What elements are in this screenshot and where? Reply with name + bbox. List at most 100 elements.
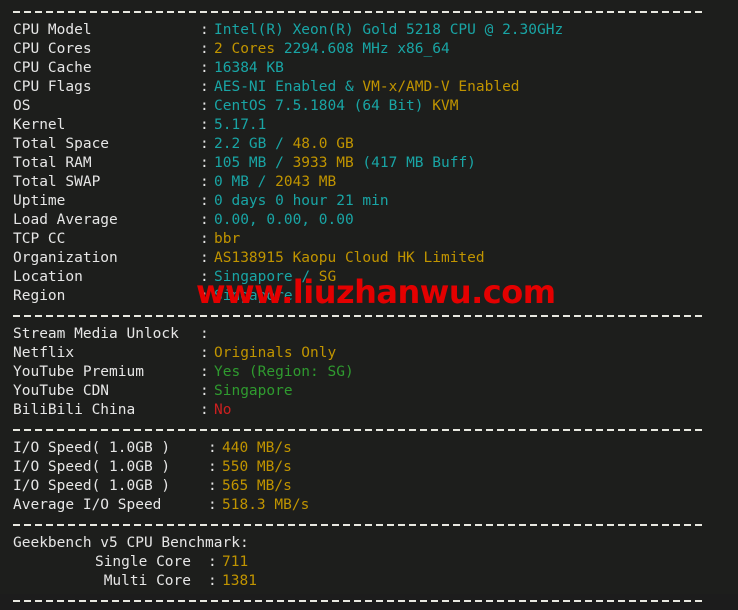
- system-info-value: bbr: [214, 230, 240, 249]
- colon-separator: :: [200, 155, 209, 171]
- system-info-label: Kernel: [13, 117, 66, 133]
- system-info-label: CPU Flags: [13, 79, 92, 95]
- io-speed-label: I/O Speed( 1.0GB ): [13, 478, 171, 494]
- io-speed-row: Average I/O Speed:518.3 MB/s: [0, 496, 738, 515]
- colon-separator: :: [200, 60, 209, 76]
- value-segment: 711: [222, 554, 249, 570]
- system-info-label: TCP CC: [13, 231, 66, 247]
- system-info-row: CPU Flags: AES-NI Enabled & VM-x/AMD-V En…: [0, 78, 738, 97]
- system-info-value: AES-NI Enabled & VM-x/AMD-V Enabled: [214, 78, 520, 97]
- colon-separator: :: [208, 554, 217, 570]
- value-segment: 0 days 0 hour 21 min: [214, 193, 389, 209]
- system-info-value: AS138915 Kaopu Cloud HK Limited: [214, 249, 485, 268]
- stream-media-value: No: [214, 401, 231, 420]
- value-segment: 3933 MB: [292, 155, 363, 171]
- system-info-row: Load Average:0.00, 0.00, 0.00: [0, 211, 738, 230]
- colon-separator: :: [200, 326, 209, 342]
- geekbench-label: Multi Core: [103, 573, 191, 589]
- io-speed-label: I/O Speed( 1.0GB ): [13, 459, 171, 475]
- value-segment: 16384 KB: [214, 60, 284, 76]
- io-speed-value: 440 MB/s: [222, 439, 292, 458]
- io-speed-row: I/O Speed( 1.0GB ):440 MB/s: [0, 439, 738, 458]
- system-info-value: 0.00, 0.00, 0.00: [214, 211, 354, 230]
- colon-separator: :: [200, 98, 209, 114]
- io-speed-row: I/O Speed( 1.0GB ):550 MB/s: [0, 458, 738, 477]
- dashed-rule: [13, 524, 702, 526]
- value-segment: 518.3 MB/s: [222, 497, 310, 513]
- value-segment: Singapore: [214, 383, 293, 399]
- stream-media-section: Stream Media Unlock: Netflix: Originals On…: [0, 325, 738, 420]
- stream-media-label: Netflix: [13, 345, 75, 361]
- value-segment: 565 MB/s: [222, 478, 292, 494]
- separator-after-stream-media: [0, 420, 738, 439]
- system-info-row: Region: Singapore: [0, 287, 738, 306]
- geekbench-value: 711: [222, 553, 248, 572]
- colon-separator: :: [208, 440, 217, 456]
- value-segment: 0 MB: [214, 174, 258, 190]
- system-info-row: Kernel:5.17.1: [0, 116, 738, 135]
- colon-separator: :: [200, 288, 209, 304]
- io-speed-section: I/O Speed( 1.0GB ):440 MB/s I/O Speed( 1.…: [0, 439, 738, 515]
- io-speed-value: 518.3 MB/s: [222, 496, 309, 515]
- stream-media-row: Netflix: Originals Only: [0, 344, 738, 363]
- value-segment: Singapore: [214, 288, 293, 304]
- system-info-row: CPU Cores:2 Cores 2294.608 MHz x86_64: [0, 40, 738, 59]
- system-info-label: Load Average: [13, 212, 118, 228]
- value-segment: 5.17.1: [214, 117, 267, 133]
- io-speed-row: I/O Speed( 1.0GB ):565 MB/s: [0, 477, 738, 496]
- colon-separator: :: [208, 459, 217, 475]
- system-info-label: Total SWAP: [13, 174, 101, 190]
- system-info-value: Singapore / SG: [214, 268, 336, 287]
- value-segment: KVM: [432, 98, 459, 114]
- dashed-rule: [13, 11, 702, 13]
- system-info-row: Total RAM:105 MB / 3933 MB (417 MB Buff): [0, 154, 738, 173]
- value-segment: CentOS 7.5.1804 (64 Bit): [214, 98, 433, 114]
- geekbench-title: Geekbench v5 CPU Benchmark:: [13, 535, 249, 551]
- colon-separator: :: [208, 573, 217, 589]
- value-segment: Yes (Region: SG): [214, 364, 354, 380]
- value-segment: Intel(R) Xeon(R) Gold 5218 CPU @ 2.30GHz: [214, 22, 564, 38]
- colon-separator: :: [200, 383, 209, 399]
- system-info-label: OS: [13, 98, 31, 114]
- value-segment: Originals Only: [214, 345, 337, 361]
- terminal-output: CPU Model: Intel(R) Xeon(R) Gold 5218 CPU…: [0, 0, 738, 610]
- colon-separator: :: [200, 364, 209, 380]
- value-segment: [275, 41, 284, 57]
- system-info-value: CentOS 7.5.1804 (64 Bit) KVM: [214, 97, 458, 116]
- stream-media-label: BiliBili China: [13, 402, 136, 418]
- value-segment: 0.00, 0.00, 0.00: [214, 212, 354, 228]
- geekbench-row: Multi Core:1381: [0, 572, 738, 591]
- value-segment: VM-x/AMD-V Enabled: [362, 79, 520, 95]
- system-info-value: 0 days 0 hour 21 min: [214, 192, 389, 211]
- value-segment: AS138915 Kaopu Cloud HK Limited: [214, 250, 485, 266]
- io-speed-value: 565 MB/s: [222, 477, 292, 496]
- dashed-rule: [13, 600, 702, 602]
- system-info-row: Organization: AS138915 Kaopu Cloud HK Lim…: [0, 249, 738, 268]
- system-info-label: Organization: [13, 250, 118, 266]
- system-info-value: 105 MB / 3933 MB (417 MB Buff): [214, 154, 476, 173]
- system-info-row: Uptime:0 days 0 hour 21 min: [0, 192, 738, 211]
- stream-media-value: Yes (Region: SG): [214, 363, 354, 382]
- system-info-label: Total Space: [13, 136, 110, 152]
- value-segment: /: [301, 269, 319, 285]
- dashed-rule: [13, 315, 702, 317]
- system-info-value: 5.17.1: [214, 116, 266, 135]
- system-info-value: Intel(R) Xeon(R) Gold 5218 CPU @ 2.30GHz: [214, 21, 563, 40]
- stream-media-label: Stream Media Unlock: [13, 326, 179, 342]
- value-segment: (417 MB Buff): [362, 155, 476, 171]
- colon-separator: :: [200, 269, 209, 285]
- value-segment: 48.0 GB: [292, 136, 354, 152]
- value-segment: AES-NI Enabled &: [214, 79, 363, 95]
- system-info-label: Region: [13, 288, 66, 304]
- system-info-label: Total RAM: [13, 155, 92, 171]
- value-segment: bbr: [214, 231, 241, 247]
- value-segment: /: [275, 155, 293, 171]
- system-info-row: Location: Singapore / SG: [0, 268, 738, 287]
- separator-top: [0, 2, 738, 21]
- value-segment: Singapore: [214, 269, 302, 285]
- value-segment: SG: [318, 269, 337, 285]
- value-segment: /: [257, 174, 276, 190]
- colon-separator: :: [200, 250, 209, 266]
- value-segment: 2043 MB: [275, 174, 337, 190]
- system-info-row: OS: CentOS 7.5.1804 (64 Bit) KVM: [0, 97, 738, 116]
